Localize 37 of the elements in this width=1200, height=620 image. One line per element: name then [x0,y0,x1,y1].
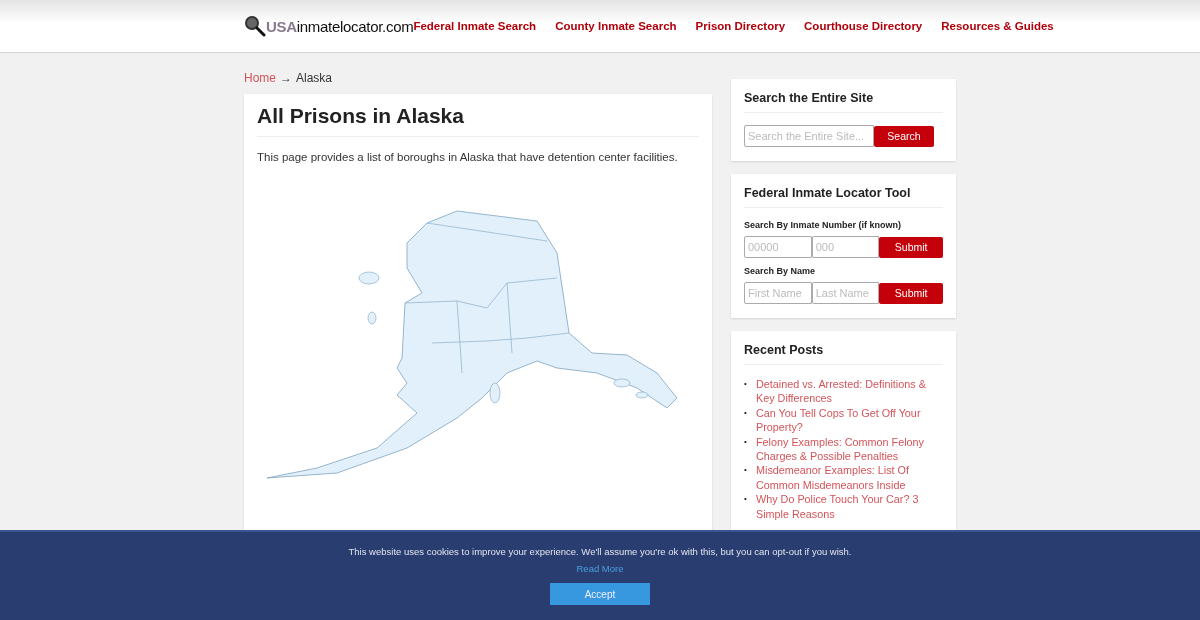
nav-link[interactable]: County Inmate Search [555,20,677,32]
widget-title: Recent Posts [744,343,943,365]
breadcrumb-separator: → [280,71,292,85]
nav-link[interactable]: Federal Inmate Search [413,20,537,32]
post-link[interactable]: Can You Tell Cops To Get Off Your Property? [756,405,943,435]
breadcrumb-link[interactable]: Home [244,71,276,85]
bullet: • [744,378,748,390]
search-button[interactable]: Search [874,125,934,147]
field-label: Search By Inmate Number (if known) [744,220,903,230]
field-label: Search By Name [744,266,817,276]
post-link[interactable]: Detained vs. Arrested: Definitions & Key Differences [756,377,943,406]
post-link[interactable]: Felony Examples: Common Felony Charges & Possible Penalties [756,434,943,464]
page-title: All Prisons in Alaska [257,104,699,137]
submit-button[interactable]: Submit [879,236,943,258]
nav-link[interactable]: Prison Directory [695,20,786,32]
read-more-link[interactable]: Read More [576,563,624,574]
submit-button[interactable]: Submit [879,282,943,304]
bullet: • [744,493,748,506]
breadcrumb-current: Alaska [296,71,333,85]
widget-title: Federal Inmate Locator Tool [744,186,943,208]
nav-link[interactable]: Resources & Guides [941,20,1054,32]
search-field[interactable]: Search the Entire Site... [744,125,874,147]
bullet: • [744,464,748,477]
cookie-message: This website uses cookies to improve your experience. We'll assume you're ok with this, but you can opt-out if you wish. [348,546,852,557]
bullet: • [744,435,748,448]
widget-title: Search the Entire Site [744,91,943,113]
post-link[interactable]: Misdemeanor Examples: List Of Common Misdemeanors Inside [756,463,943,493]
nav-link[interactable]: Courthouse Directory [804,20,923,32]
input-field[interactable]: 000 [811,236,880,258]
intro-text: This page provides a list of boroughs in Alaska that have detention center facilities. [257,151,679,163]
bullet: • [744,406,748,419]
input-field[interactable]: Last Name [811,282,880,304]
input-field[interactable]: First Name [744,282,812,304]
post-link[interactable]: Why Do Police Touch Your Car? 3 Simple Reasons [756,492,943,522]
site-logo[interactable]: USAinmatelocator.com [266,17,414,35]
input-field[interactable]: 00000 [744,236,812,258]
magnifier-icon [244,15,266,37]
